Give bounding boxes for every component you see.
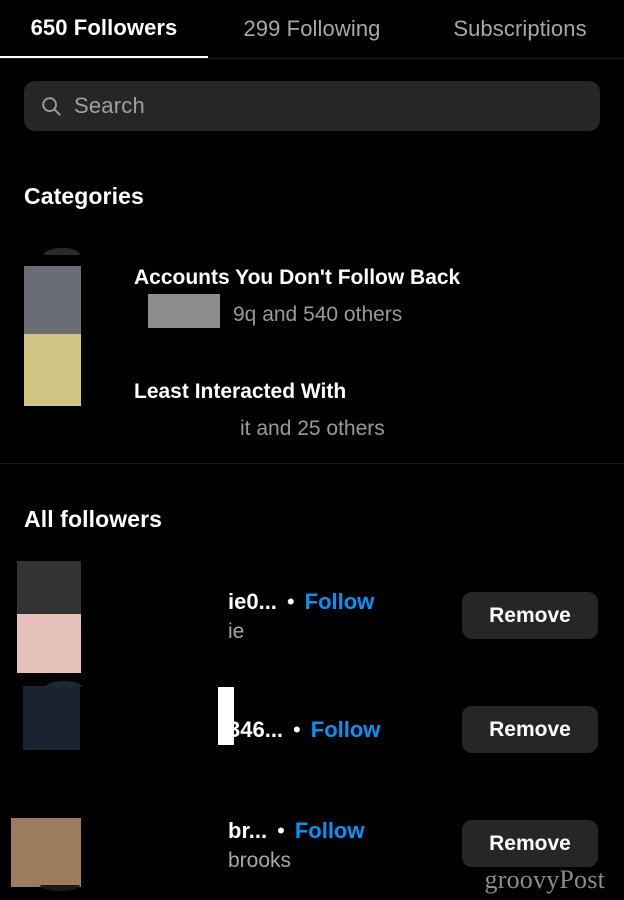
watermark: groovyPost — [484, 865, 605, 894]
search-icon — [42, 97, 61, 116]
follower-username[interactable]: 346... — [228, 717, 283, 743]
follower-username[interactable]: br... — [228, 818, 267, 844]
category-subtitle: it and 25 others — [240, 417, 385, 440]
remove-button[interactable]: Remove — [462, 820, 598, 867]
follower-username-line: ie0... • Follow — [228, 589, 374, 615]
follower-row[interactable]: ie0... • Follow ie Remove — [0, 561, 624, 673]
avatar-bottom-half — [17, 614, 81, 673]
category-row-accounts-you-dont-follow-back[interactable]: Accounts You Don't Follow Back 9q and 54… — [0, 258, 624, 338]
tab-followers-label: 650 Followers — [30, 15, 178, 40]
tab-following-label: 299 Following — [243, 16, 381, 41]
search-input[interactable]: Search — [24, 81, 600, 131]
remove-button[interactable]: Remove — [462, 706, 598, 753]
category-title: Accounts You Don't Follow Back — [134, 266, 461, 289]
avatar-top-half — [17, 561, 81, 614]
active-tab-indicator — [0, 56, 208, 58]
avatar-arc-artifact — [40, 885, 80, 891]
render-artifact-bar — [218, 687, 234, 745]
avatar[interactable] — [17, 561, 81, 673]
separator-dot: • — [277, 818, 285, 843]
follower-username[interactable]: ie0... — [228, 589, 277, 615]
category-avatar-arc-artifact — [44, 248, 80, 255]
tab-subscriptions-label: Subscriptions — [453, 16, 587, 41]
follower-row[interactable]: 346... • Follow Remove — [0, 675, 624, 775]
tab-bar: 650 Followers 299 Following Subscription… — [0, 0, 624, 58]
follower-username-line: 346... • Follow — [228, 717, 380, 743]
tab-bar-divider — [0, 58, 624, 59]
follow-button[interactable]: Follow — [311, 717, 381, 743]
separator-dot: • — [286, 589, 295, 614]
search-placeholder: Search — [74, 93, 145, 118]
avatar-arc-artifact — [46, 681, 82, 687]
category-title: Least Interacted With — [134, 380, 347, 403]
section-divider — [0, 463, 624, 464]
follower-username-line: br... • Follow — [228, 818, 364, 844]
followers-screen: 650 Followers 299 Following Subscription… — [0, 0, 624, 900]
avatar[interactable] — [23, 686, 80, 750]
follower-fullname: ie — [228, 620, 245, 643]
category-subtitle: 9q and 540 others — [233, 303, 403, 326]
separator-dot: • — [293, 717, 301, 742]
tab-following[interactable]: 299 Following — [208, 0, 416, 58]
follow-button[interactable]: Follow — [295, 818, 365, 844]
category-row-least-interacted-with[interactable]: Least Interacted With it and 25 others — [0, 372, 624, 452]
categories-heading: Categories — [24, 183, 144, 209]
tab-followers[interactable]: 650 Followers — [0, 0, 208, 58]
follower-fullname: brooks — [228, 849, 292, 872]
all-followers-heading: All followers — [24, 506, 163, 532]
remove-button[interactable]: Remove — [462, 592, 598, 639]
follow-button[interactable]: Follow — [305, 589, 375, 615]
avatar[interactable] — [11, 818, 81, 887]
tab-subscriptions[interactable]: Subscriptions — [416, 0, 624, 58]
